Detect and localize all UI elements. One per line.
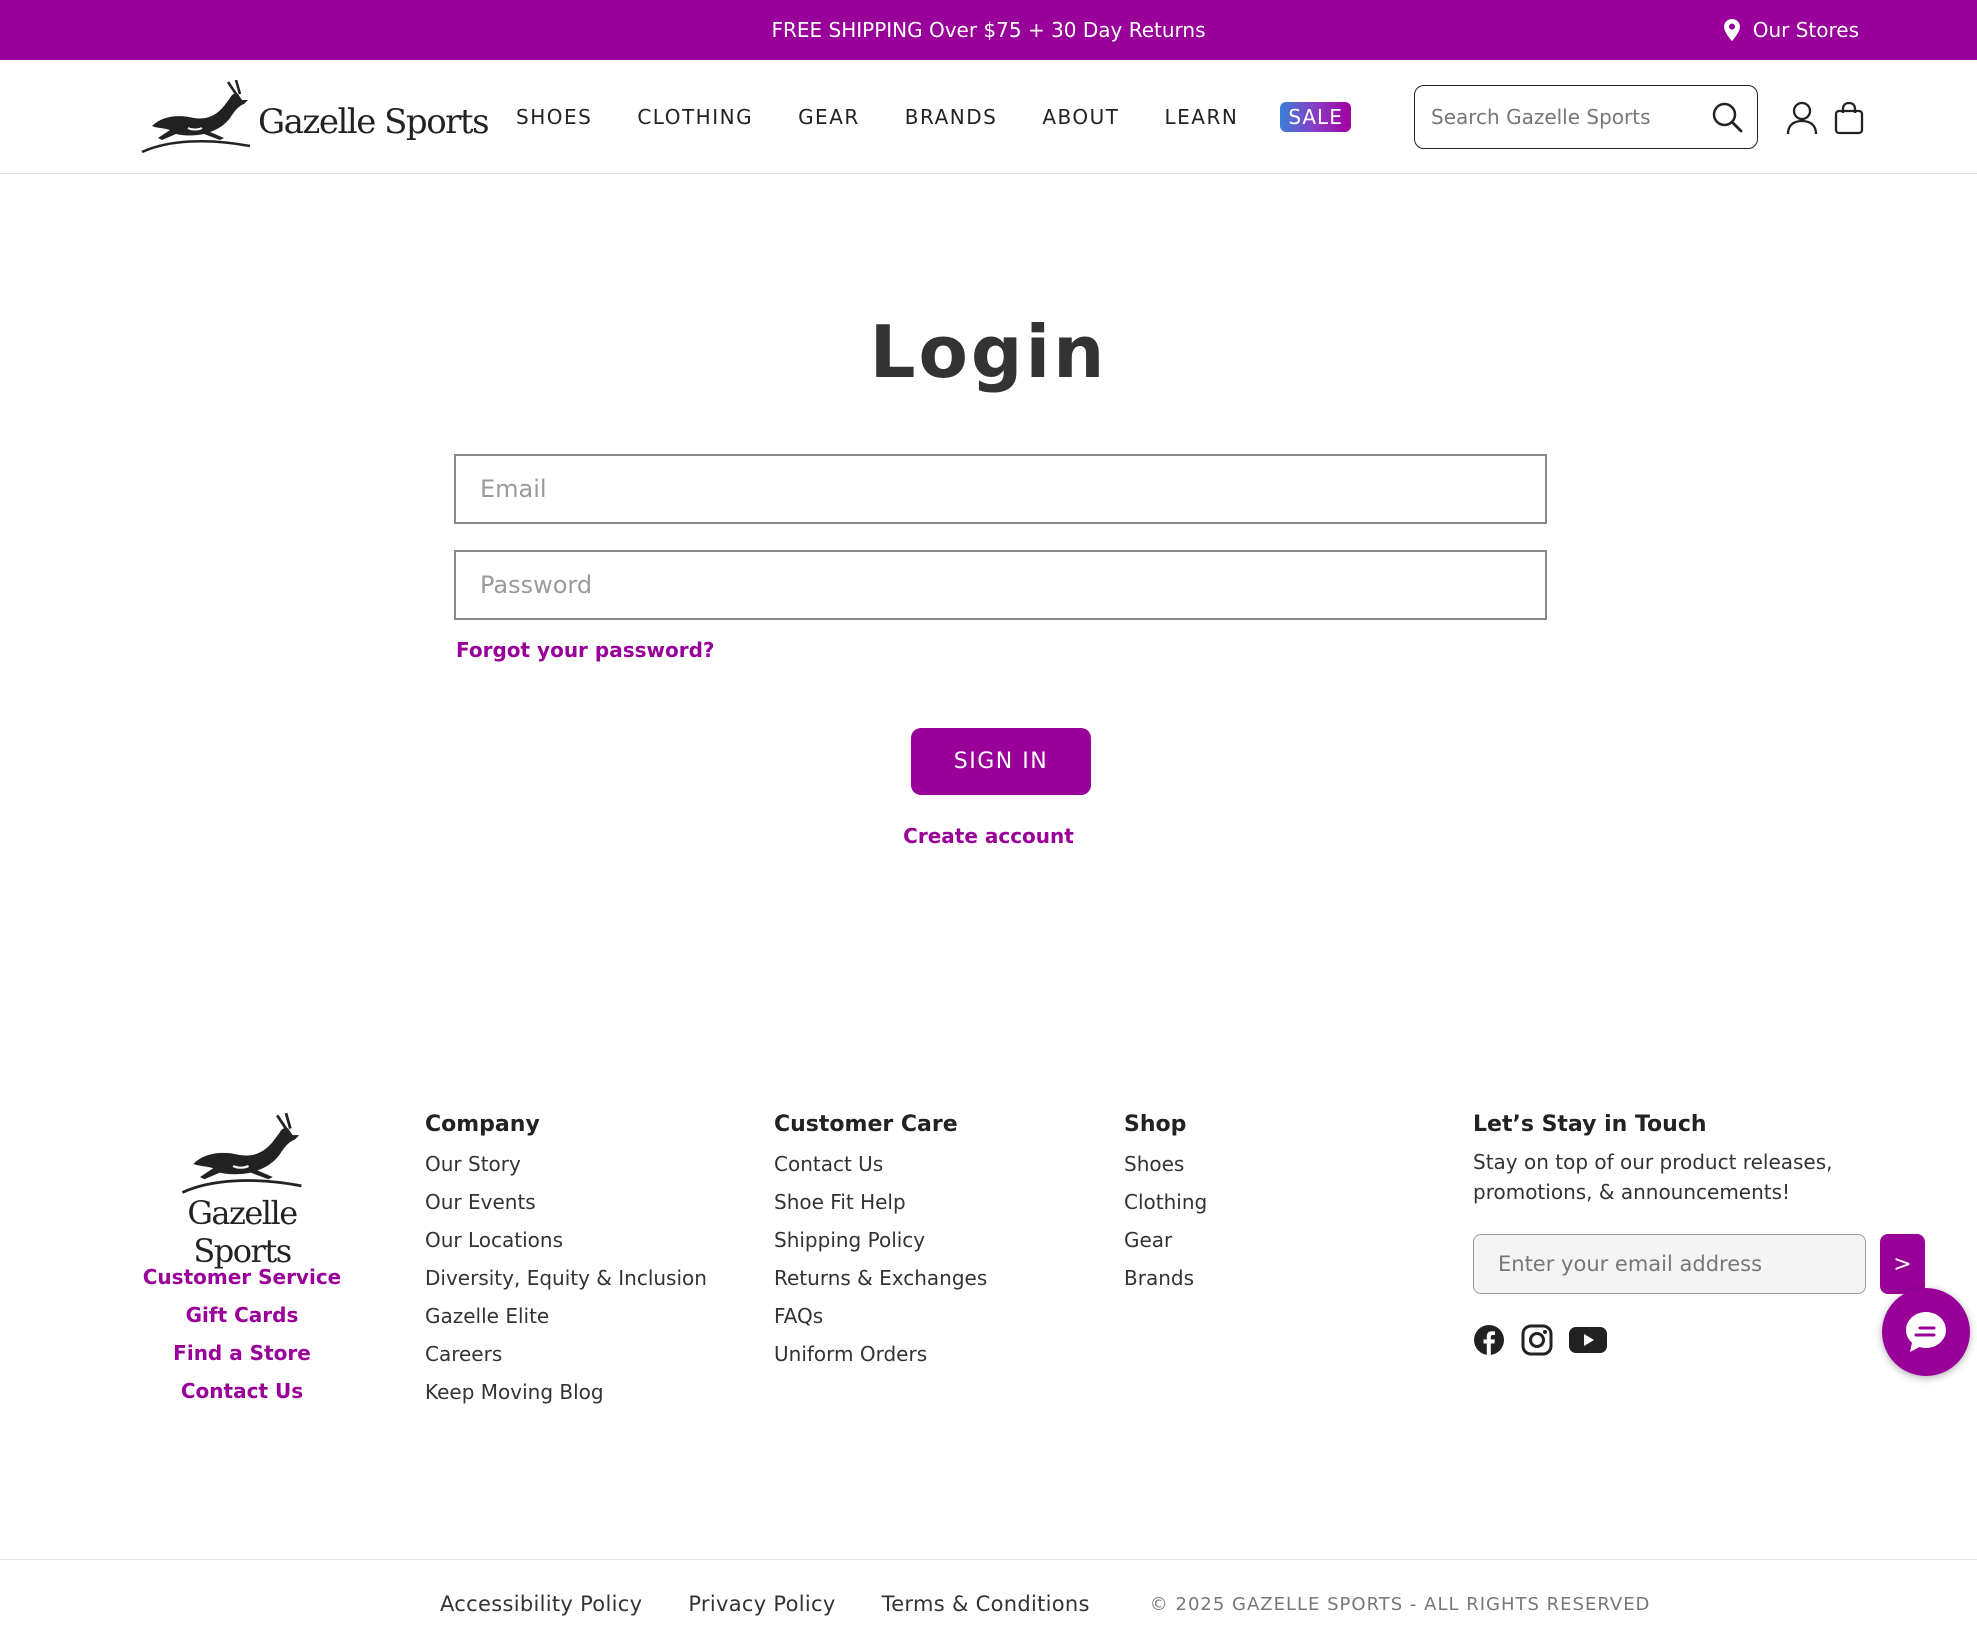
search-box bbox=[1414, 85, 1758, 149]
footer-link[interactable]: Returns & Exchanges bbox=[774, 1259, 987, 1297]
cart-bag-icon[interactable] bbox=[1834, 101, 1864, 135]
footer-column-company: Company Our Story Our Events Our Locatio… bbox=[425, 1112, 707, 1411]
nav-item-gear[interactable]: GEAR bbox=[798, 105, 860, 129]
footer-quick-links: Customer Service Gift Cards Find a Store… bbox=[120, 1258, 364, 1410]
chat-widget-button[interactable] bbox=[1882, 1288, 1970, 1376]
terms-conditions-link[interactable]: Terms & Conditions bbox=[882, 1592, 1090, 1616]
newsletter-submit-button[interactable]: > bbox=[1880, 1234, 1925, 1294]
account-icon[interactable] bbox=[1786, 101, 1818, 135]
newsletter-section: Let’s Stay in Touch Stay on top of our p… bbox=[1473, 1112, 1923, 1207]
search-input[interactable] bbox=[1431, 105, 1711, 129]
footer-link[interactable]: Our Events bbox=[425, 1183, 707, 1221]
nav-item-about[interactable]: ABOUT bbox=[1042, 105, 1119, 129]
footer-bottom-bar: Accessibility Policy Privacy Policy Term… bbox=[0, 1559, 1977, 1647]
footer-link-contact-us[interactable]: Contact Us bbox=[120, 1372, 364, 1410]
footer-link-find-a-store[interactable]: Find a Store bbox=[120, 1334, 364, 1372]
nav-item-sale[interactable]: SALE bbox=[1280, 102, 1351, 132]
footer-link[interactable]: Uniform Orders bbox=[774, 1335, 987, 1373]
footer-link-customer-service[interactable]: Customer Service bbox=[120, 1258, 364, 1296]
newsletter-email-input[interactable] bbox=[1474, 1235, 1865, 1293]
password-field-wrapper bbox=[454, 550, 1547, 620]
instagram-icon[interactable] bbox=[1521, 1324, 1553, 1356]
newsletter-heading: Let’s Stay in Touch bbox=[1473, 1112, 1707, 1137]
brand-wordmark: Gazelle Sports bbox=[258, 102, 490, 142]
footer-link[interactable]: FAQs bbox=[774, 1297, 987, 1335]
newsletter-text: Stay on top of our product releases, pro… bbox=[1473, 1150, 1833, 1204]
footer-link[interactable]: Shipping Policy bbox=[774, 1221, 987, 1259]
nav-item-learn[interactable]: LEARN bbox=[1164, 105, 1238, 129]
sign-in-button[interactable]: SIGN IN bbox=[911, 728, 1091, 795]
create-account-link[interactable]: Create account bbox=[0, 824, 1977, 848]
footer-link[interactable]: Shoes bbox=[1124, 1145, 1207, 1183]
email-field[interactable] bbox=[456, 456, 1545, 522]
our-stores-label: Our Stores bbox=[1752, 18, 1859, 42]
youtube-icon[interactable] bbox=[1569, 1325, 1607, 1355]
map-pin-icon bbox=[1723, 19, 1740, 41]
forgot-password-link[interactable]: Forgot your password? bbox=[456, 638, 715, 662]
password-field[interactable] bbox=[456, 552, 1545, 618]
accessibility-policy-link[interactable]: Accessibility Policy bbox=[440, 1592, 642, 1616]
nav-item-clothing[interactable]: CLOTHING bbox=[637, 105, 753, 129]
our-stores-link[interactable]: Our Stores bbox=[1723, 0, 1859, 60]
newsletter-input-wrapper bbox=[1473, 1234, 1866, 1294]
privacy-policy-link[interactable]: Privacy Policy bbox=[688, 1592, 835, 1616]
nav-item-brands[interactable]: BRANDS bbox=[905, 105, 998, 129]
footer-link[interactable]: Contact Us bbox=[774, 1145, 987, 1183]
footer-link[interactable]: Our Locations bbox=[425, 1221, 707, 1259]
chat-bubble-icon bbox=[1906, 1312, 1946, 1352]
footer-link[interactable]: Our Story bbox=[425, 1145, 707, 1183]
footer-link[interactable]: Careers bbox=[425, 1335, 707, 1373]
footer-heading-company: Company bbox=[425, 1112, 540, 1137]
copyright-text: © 2025 GAZELLE SPORTS - ALL RIGHTS RESER… bbox=[1149, 1593, 1651, 1615]
social-links bbox=[1473, 1324, 1607, 1356]
footer-link[interactable]: Shoe Fit Help bbox=[774, 1183, 987, 1221]
search-icon[interactable] bbox=[1711, 101, 1743, 133]
footer-link[interactable]: Gear bbox=[1124, 1221, 1207, 1259]
footer-heading-customer-care: Customer Care bbox=[774, 1112, 958, 1137]
footer-link[interactable]: Clothing bbox=[1124, 1183, 1207, 1221]
page-title: Login bbox=[869, 310, 1108, 394]
footer-link[interactable]: Keep Moving Blog bbox=[425, 1373, 707, 1411]
facebook-icon[interactable] bbox=[1473, 1324, 1505, 1356]
footer-column-customer-care: Customer Care Contact Us Shoe Fit Help S… bbox=[774, 1112, 987, 1373]
email-field-wrapper bbox=[454, 454, 1547, 524]
main-nav: SHOES CLOTHING GEAR BRANDS ABOUT LEARN S… bbox=[516, 60, 1351, 174]
footer-link[interactable]: Gazelle Elite bbox=[425, 1297, 707, 1335]
announcement-message: FREE SHIPPING Over $75 + 30 Day Returns bbox=[771, 18, 1206, 42]
footer-column-shop: Shop Shoes Clothing Gear Brands bbox=[1124, 1112, 1207, 1297]
gazelle-logo-icon bbox=[141, 80, 251, 154]
footer-heading-shop: Shop bbox=[1124, 1112, 1187, 1137]
announcement-bar: FREE SHIPPING Over $75 + 30 Day Returns … bbox=[0, 0, 1977, 60]
gazelle-logo-icon bbox=[181, 1112, 302, 1194]
nav-item-shoes[interactable]: SHOES bbox=[516, 105, 592, 129]
footer-link-gift-cards[interactable]: Gift Cards bbox=[120, 1296, 364, 1334]
footer-link[interactable]: Diversity, Equity & Inclusion bbox=[425, 1259, 707, 1297]
site-logo[interactable]: Gazelle Sports bbox=[138, 80, 490, 156]
footer-logo[interactable]: Gazelle Sports bbox=[138, 1112, 346, 1270]
footer-link[interactable]: Brands bbox=[1124, 1259, 1207, 1297]
site-header: Gazelle Sports SHOES CLOTHING GEAR BRAND… bbox=[0, 60, 1977, 174]
